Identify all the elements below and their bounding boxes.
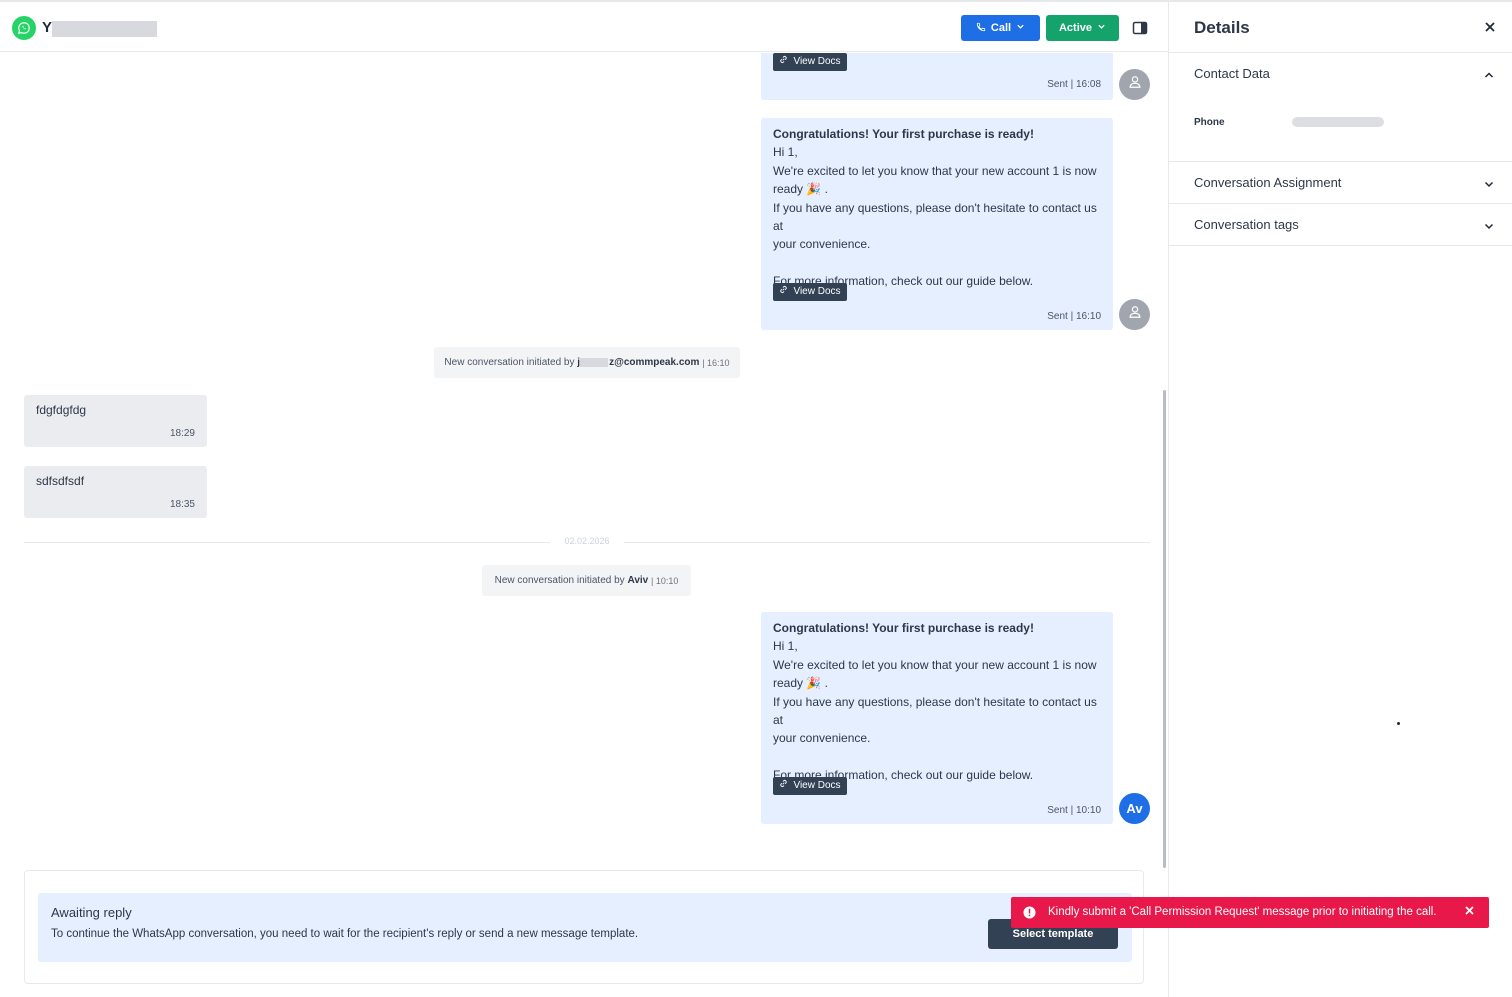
email-redacted [580,358,609,367]
chat-scrollbar[interactable] [1163,390,1166,868]
message-line: your convenience. [773,237,871,252]
system-notice-name: Aviv [627,575,649,586]
system-notice-prefix: New conversation initiated by [494,575,625,586]
message-text: fdgfdgfdg [36,403,87,417]
chat-header: Y Call Active [0,2,1168,52]
status-label: Active [1058,22,1093,34]
message-line: Hi 1, [773,145,798,160]
agent-avatar [1119,69,1150,100]
contact-name: Y [42,19,53,36]
divider [1169,245,1512,246]
chevron-down-icon [1483,177,1495,189]
message-title: Congratulations! Your first purchase is … [773,127,1034,141]
view-docs-label: View Docs [793,285,841,297]
message-line: ready 🎉 . [773,182,828,197]
message-status: Sent | 16:10 [1047,311,1101,322]
awaiting-reply-banner: Awaiting reply To continue the WhatsApp … [38,893,1132,962]
incoming-message: sdfsdfsdf 18:35 [24,466,207,518]
chevron-down-icon [1483,219,1495,231]
system-notice-prefix: New conversation initiated by [444,357,575,368]
status-dropdown[interactable]: Active [1046,15,1119,41]
system-notice-time: | 16:10 [702,357,730,368]
chevron-down-icon [1097,22,1106,34]
message-text: sdfsdfsdf [36,474,85,488]
close-icon[interactable] [1464,905,1475,916]
accordion-label: Contact Data [1194,66,1270,81]
view-docs-button[interactable]: View Docs [773,283,847,301]
message-status: Sent | 10:10 [1047,805,1101,816]
date-label: 02.02.2026 [550,536,624,546]
outgoing-message: View Docs Sent | 16:08 [761,53,1113,100]
view-docs-label: View Docs [793,779,841,791]
composer: Awaiting reply To continue the WhatsApp … [24,870,1144,984]
phone-icon [976,22,986,35]
agent-avatar [1119,299,1150,330]
divider [1169,161,1512,162]
system-notice-email: z@commpeak.com [609,357,700,368]
call-button[interactable]: Call [961,15,1040,41]
outgoing-message: Congratulations! Your first purchase is … [761,612,1113,824]
message-status: Sent | 16:08 [1047,79,1101,90]
awaiting-reply-heading: Awaiting reply [51,905,132,920]
user-icon [1128,305,1142,324]
message-title: Congratulations! Your first purchase is … [773,621,1034,635]
view-docs-button[interactable]: View Docs [773,53,847,71]
agent-avatar: Av [1119,793,1150,824]
message-line: If you have any questions, please don't … [773,694,1097,728]
alert-icon [1023,906,1036,919]
message-time: 18:35 [169,499,195,510]
close-icon[interactable] [1483,20,1497,34]
accordion-label: Conversation Assignment [1194,175,1342,190]
link-icon [779,283,788,301]
system-notice: New conversation initiated by Aviv | 10:… [482,565,691,596]
toggle-panel-icon[interactable] [1132,20,1148,36]
view-docs-button[interactable]: View Docs [773,777,847,795]
link-icon [779,53,788,71]
accordion-label: Conversation tags [1194,217,1299,232]
phone-value-redacted [1292,117,1384,127]
incoming-message: fdgfdgfdg 18:29 [24,395,207,447]
details-title: Details [1194,18,1250,37]
chevron-up-icon [1483,68,1495,80]
outgoing-message: Congratulations! Your first purchase is … [761,118,1113,330]
whatsapp-icon [12,16,36,40]
error-toast: Kindly submit a 'Call Permission Request… [1011,897,1489,928]
message-line: If you have any questions, please don't … [773,200,1097,234]
system-notice-time: | 10:10 [651,575,679,586]
contact-name-redacted [52,21,157,37]
details-panel: Details Contact Data Phone Conversation … [1168,2,1512,997]
user-icon [1128,75,1142,94]
call-button-label: Call [990,22,1012,34]
message-list[interactable]: View Docs Sent | 16:08 Congratulations! … [0,53,1162,997]
divider [1169,52,1512,53]
message-line: We're excited to let you know that your … [773,657,1097,672]
app: Y Call Active View Docs Sent | 16:08 Con… [0,0,1512,997]
phone-label: Phone [1194,117,1225,128]
message-line: your convenience. [773,731,871,746]
awaiting-reply-text: To continue the WhatsApp conversation, y… [51,928,639,940]
chevron-down-icon [1016,22,1025,34]
toast-message: Kindly submit a 'Call Permission Request… [1048,906,1437,918]
divider [1169,203,1512,204]
view-docs-label: View Docs [793,55,841,67]
link-icon [779,777,788,795]
system-notice: New conversation initiated by j z@commpea… [434,347,740,378]
message-line: ready 🎉 . [773,676,828,691]
stray-dot [1397,722,1400,725]
message-time: 18:29 [169,428,195,439]
message-line: We're excited to let you know that your … [773,163,1097,178]
message-line: Hi 1, [773,639,798,654]
